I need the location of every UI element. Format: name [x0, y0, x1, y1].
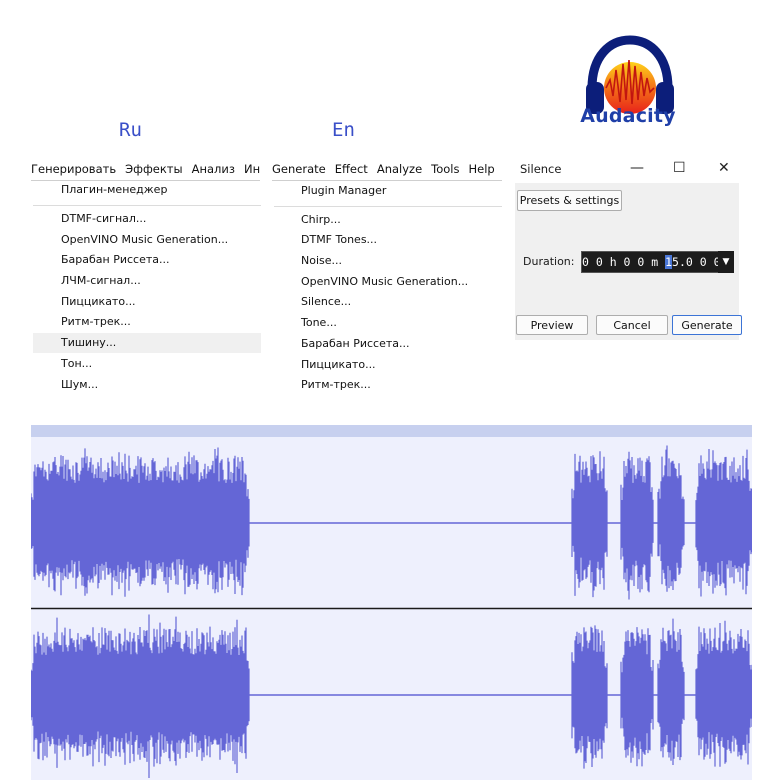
menu-item-rhythm-track-en[interactable]: Ритм-трек... [301, 375, 371, 395]
track-header-bar [31, 425, 752, 437]
dialog-titlebar[interactable]: Silence — ☐ ✕ [515, 157, 739, 183]
maximize-icon[interactable]: ☐ [673, 160, 686, 176]
close-icon[interactable]: ✕ [718, 160, 730, 176]
menu-item-risset-drum-ru[interactable]: Барабан Риссета... [61, 250, 170, 270]
menu-separator [274, 206, 502, 207]
menu-item-tone-ru[interactable]: Тон... [61, 354, 92, 374]
english-column-label: En [332, 119, 355, 141]
duration-time-field[interactable]: 0 0 h 0 0 m 15.0 0 0 s [581, 251, 719, 273]
menu-item-rhythm-track-ru[interactable]: Ритм-трек... [61, 312, 131, 332]
menu-item-chirp-en[interactable]: Chirp... [301, 210, 341, 230]
duration-format-dropdown[interactable]: ▼ [718, 251, 734, 273]
menu-tools-en[interactable]: Tools [431, 162, 459, 176]
menu-item-pluck-ru[interactable]: Пиццикато... [61, 292, 136, 312]
menu-item-noise-en[interactable]: Noise... [301, 251, 342, 271]
menu-separator [33, 205, 261, 206]
minimize-icon[interactable]: — [630, 160, 644, 176]
menu-generate-en[interactable]: Generate [272, 162, 326, 176]
menu-effects-ru[interactable]: Эффекты [125, 162, 183, 176]
generate-button[interactable]: Generate [672, 315, 742, 335]
menu-item-tone-en[interactable]: Tone... [301, 313, 337, 333]
duration-value-suffix: 5.0 0 0 s [672, 255, 718, 269]
menubar-russian: Генерировать Эффекты Анализ Инстр [31, 159, 260, 179]
presets-settings-button[interactable]: Presets & settings [517, 190, 622, 211]
duration-value-prefix: 0 0 h 0 0 m [582, 255, 666, 269]
menu-item-dtmf-en[interactable]: DTMF Tones... [301, 230, 377, 250]
dialog-title: Silence [520, 162, 562, 176]
menu-item-openvino-en[interactable]: OpenVINO Music Generation... [301, 272, 468, 292]
menu-item-dtmf-ru[interactable]: DTMF-сигнал... [61, 209, 146, 229]
duration-label: Duration: [523, 255, 575, 268]
menu-help-en[interactable]: Help [469, 162, 495, 176]
menu-generate-ru[interactable]: Генерировать [31, 162, 116, 176]
menu-analyze-en[interactable]: Analyze [377, 162, 422, 176]
menu-item-silence-en[interactable]: Silence... [301, 292, 351, 312]
duration-selected-digit: 1 [665, 255, 673, 269]
menu-analyze-ru[interactable]: Анализ [192, 162, 235, 176]
menu-item-openvino-ru[interactable]: OpenVINO Music Generation... [61, 230, 228, 250]
menu-item-risset-drum-en[interactable]: Барабан Риссета... [301, 334, 410, 354]
menu-tools-ru[interactable]: Инстр [244, 162, 260, 176]
menu-effect-en[interactable]: Effect [335, 162, 368, 176]
menu-item-plugin-manager-en[interactable]: Plugin Manager [301, 181, 386, 201]
menu-item-chirp-ru[interactable]: ЛЧМ-сигнал... [61, 271, 141, 291]
menubar-english: Generate Effect Analyze Tools Help [272, 159, 502, 179]
menu-item-silence-ru[interactable]: Тишину... [61, 333, 116, 353]
preview-button[interactable]: Preview [516, 315, 588, 335]
menu-item-plugin-manager-ru[interactable]: Плагин-менеджер [61, 180, 167, 200]
waveform-display[interactable] [31, 437, 752, 780]
menu-item-pluck-en[interactable]: Пиццикато... [301, 355, 376, 375]
cancel-button[interactable]: Cancel [596, 315, 668, 335]
russian-column-label: Ru [119, 119, 142, 141]
menu-item-noise-ru[interactable]: Шум... [61, 375, 98, 395]
silence-dialog: Silence — ☐ ✕ Presets & settings Duratio… [515, 157, 742, 340]
logo-wordmark: Audacity [580, 105, 676, 127]
